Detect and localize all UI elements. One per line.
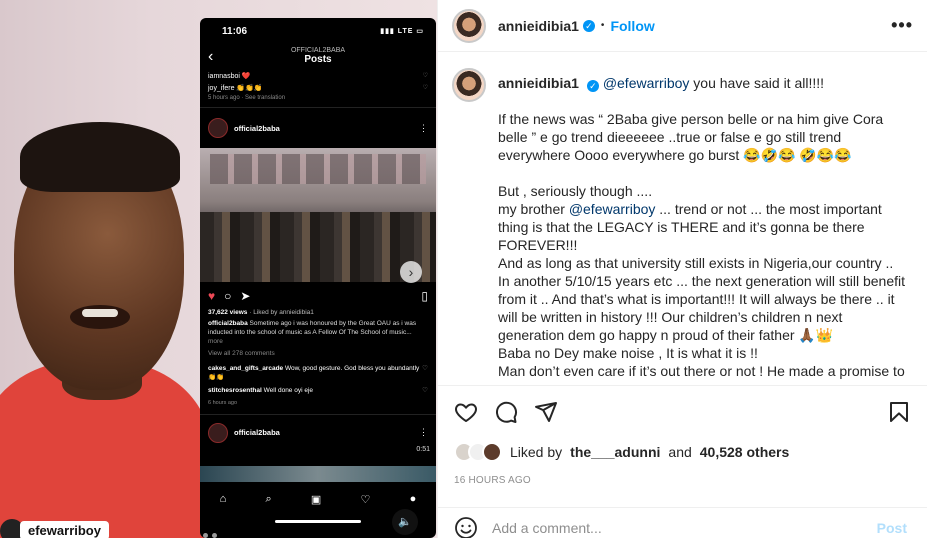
phone-home-indicator	[275, 520, 361, 523]
phone-comment-meta: 5 hours ago · See translation	[208, 95, 286, 101]
phone-time-ago: 6 hours ago	[208, 399, 238, 406]
heart-filled-icon: ♥	[208, 289, 216, 303]
phone-status-bar: 11:06 ▮▮▮ LTE ▭	[200, 18, 436, 44]
phone-time: 11:06	[222, 25, 248, 37]
post-sidebar: annieidibia1 ✓ • Follow ••• annieidibia1…	[437, 0, 927, 538]
caption-paragraph: my brother @efewarriboy ... trend or not…	[498, 201, 886, 253]
phone-view-all: View all 278 comments	[208, 350, 275, 358]
liker-username[interactable]: the___adunni	[570, 444, 660, 460]
share-icon: ➤	[240, 289, 251, 303]
header-username[interactable]: annieidibia1	[498, 18, 579, 34]
phone-post-header: official2baba ⋮	[200, 413, 436, 451]
post-actions	[438, 385, 927, 437]
mention-link[interactable]: @efewarriboy	[569, 201, 656, 217]
phone-signal: ▮▮▮ LTE ▭	[380, 28, 424, 35]
phone-post-username: official2baba	[234, 123, 280, 133]
person-mouth	[70, 305, 130, 329]
comment-icon[interactable]	[494, 400, 518, 424]
volume-icon[interactable]: 🔈	[392, 509, 418, 535]
follow-button[interactable]: Follow	[610, 18, 654, 34]
others-link[interactable]: 40,528 others	[700, 444, 790, 460]
phone-header: ‹ OFFICIAL2BABA Posts	[200, 44, 436, 70]
phone-header-title: Posts	[304, 54, 332, 65]
phone-post-image	[200, 148, 436, 282]
post-timestamp: 16 HOURS AGO	[454, 474, 531, 486]
phone-post-header: official2baba ⋮	[200, 107, 436, 146]
phone-post-actions: ♥ ○ ➤ ▯	[200, 282, 436, 307]
comment-bar: Post	[438, 507, 927, 538]
phone-post-username: official2baba	[234, 428, 280, 438]
caption-username[interactable]: annieidibia1	[498, 75, 579, 91]
phone-views: 37,622 views · Liked by annieidibia1	[208, 309, 314, 316]
more-options-icon[interactable]: •••	[891, 15, 913, 36]
media-user-tag: efewarriboy	[20, 519, 109, 538]
verified-badge-icon: ✓	[586, 80, 599, 92]
comment-input[interactable]	[492, 519, 863, 536]
heart-icon: ♡	[422, 365, 428, 373]
likes-prefix: Liked by	[510, 444, 563, 460]
post-header: annieidibia1 ✓ • Follow •••	[438, 0, 927, 52]
likes-summary: Liked by the___adunni and 40,528 others	[438, 437, 927, 467]
caption: annieidibia1 ✓ @efewarriboy you have said…	[438, 52, 927, 385]
like-heart-icon[interactable]	[454, 400, 478, 424]
more-icon: ⋮	[419, 427, 428, 438]
comment-icon: ○	[224, 289, 232, 303]
caption-line: you have said it all!!!!	[689, 75, 825, 91]
carousel-dots	[203, 533, 217, 538]
separator: •	[600, 20, 605, 31]
avatar[interactable]	[452, 8, 486, 43]
heart-icon: ♡	[360, 493, 371, 506]
share-icon[interactable]	[534, 400, 558, 424]
heart-icon: ♡	[422, 73, 428, 79]
phone-screenshot: 11:06 ▮▮▮ LTE ▭ ‹ OFFICIAL2BABA Posts ia…	[200, 18, 436, 538]
home-icon: ⌂	[219, 493, 227, 505]
search-icon: ⌕	[265, 492, 272, 505]
heart-icon: ♡	[422, 85, 428, 91]
phone-comment: joy_ifere 👏👏👏 ♡	[208, 85, 428, 92]
back-chevron-icon: ‹	[208, 48, 214, 65]
caption-body: annieidibia1 ✓ @efewarriboy you have said…	[498, 68, 913, 385]
caption-paragraph: But , seriously though ....	[498, 183, 653, 199]
media-username: efewarriboy	[20, 520, 109, 538]
more-icon: ⋮	[419, 122, 428, 133]
profile-icon: ●	[409, 493, 417, 505]
phone-bottom-nav: ⌂ ⌕ ▣ ♡ ●	[200, 486, 436, 512]
phone-avatar	[208, 118, 228, 138]
reels-icon: ▣	[310, 493, 322, 506]
mention-link[interactable]: @efewarriboy	[603, 75, 690, 91]
phone-caption: official2baba Sometime ago i was honoure…	[208, 320, 417, 345]
phone-comment: cakes_and_gifts_arcade Wow, good gesture…	[208, 365, 428, 382]
caption-paragraph: And as long as that university still exi…	[498, 255, 906, 379]
phone-comment: stitchesrosenthal Well done oyi eje ♡	[208, 386, 428, 394]
caption-paragraph: If the news was “ 2Baba give person bell…	[498, 111, 888, 163]
emoji-icon[interactable]	[454, 516, 478, 538]
liker-avatars	[454, 442, 502, 462]
phone-comment: iamnasboi ❤️ ♡	[208, 73, 428, 80]
verified-badge-icon: ✓	[582, 19, 595, 32]
phone-header-sub: OFFICIAL2BABA	[290, 47, 346, 54]
person-hair	[20, 122, 180, 192]
heart-icon: ♡	[422, 386, 428, 394]
likes-and: and	[668, 444, 692, 460]
next-arrow-icon[interactable]: ›	[400, 261, 422, 283]
phone-avatar	[208, 422, 228, 443]
phone-video-time: 0:51	[416, 446, 430, 453]
bookmark-icon[interactable]	[887, 400, 911, 424]
bookmark-icon: ▯	[421, 289, 428, 303]
post-media[interactable]: 11:06 ▮▮▮ LTE ▭ ‹ OFFICIAL2BABA Posts ia…	[0, 0, 437, 538]
phone-video-thumb	[200, 466, 436, 482]
post-button[interactable]: Post	[877, 520, 907, 536]
avatar[interactable]	[452, 68, 486, 102]
